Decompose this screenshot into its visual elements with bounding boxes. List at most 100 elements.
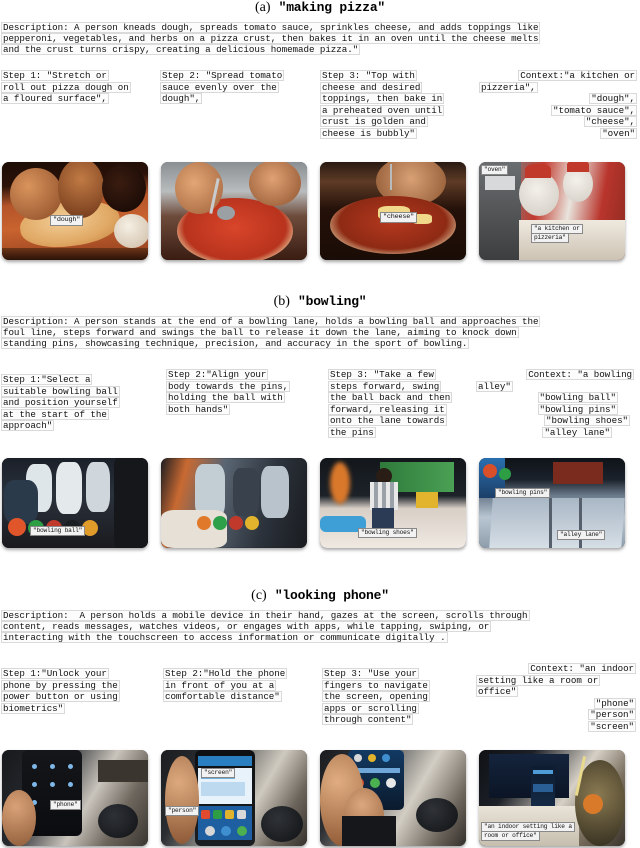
image-row-b: "bowling ball" "bowling shoes" "bowling … [0,458,640,550]
figure-image[interactable] [320,750,466,846]
figure-image[interactable]: "bowling pins" "alley lane" [479,458,625,548]
step-line: suitable bowling ball [1,385,120,397]
context-line: "tomato sauce", [551,104,637,116]
description-line: and the crust turns crispy, creating a d… [1,44,361,55]
steps-b: Step 1:"Select a suitable bowling ball a… [0,369,640,450]
description-line: Description: A person stands at the end … [1,316,541,327]
step-line: Step 3: "Take a few [328,369,436,380]
image-caption: "bowling ball" [30,526,86,536]
section-title-a: (a) "making pizza" [0,0,640,17]
figure-image[interactable]: "bowling shoes" [320,458,466,548]
step-line: a floured surface", [1,93,109,104]
description-line: standing pins, showcasing technique, pre… [1,338,470,349]
step-line: cheese is bubbly" [320,127,417,139]
steps-c: Step 1:"Unlock your phone by pressing th… [0,663,640,744]
step-line: forward, releasing it [328,403,447,415]
step-line: toppings, then bake in [320,93,445,104]
image-caption: "screen" [201,768,236,778]
figure-page: (a) "making pizza" Description: A person… [0,0,640,848]
figure-image[interactable]: "an indoor setting like a room or office… [479,750,625,846]
context-line: "dough", [589,93,637,104]
step-line: Step 1: "Stretch or [1,70,109,81]
step-column-3: Step 3: "Use your fingers to navigate th… [322,668,477,726]
step-line: roll out pizza dough on [1,81,131,93]
step-column-1: Step 1: "Stretch or roll out pizza dough… [1,70,156,105]
step-line: sauce evenly over the [160,81,279,93]
figure-image[interactable]: "phone" [2,750,148,846]
image-caption: "phone" [50,800,81,810]
context-line: pizzeria", [479,81,538,93]
context-line: "alley lane" [542,426,612,438]
step-line: Step 3: "Use your [322,668,419,679]
step-line: crust is golden and [320,116,428,127]
step-line: Step 2: "Spread tomato [160,70,285,81]
context-column: Context: "a bowling alley" "bowling ball… [476,369,634,438]
step-line: onto the lane towards [328,415,447,426]
step-line: at the start of the [1,408,109,420]
figure-image[interactable]: "oven" "a kitchen or pizzeria" [479,162,625,260]
figure-image[interactable]: "screen" "person" [161,750,307,846]
step-line: comfortable distance" [163,691,282,702]
context-line: "bowling shoes" [544,415,630,426]
context-line: setting like a room or [476,674,601,686]
step-column-2: Step 2:"Hold the phone in front of you a… [163,668,318,703]
description-line: interacting with the touchscreen to acce… [1,632,448,643]
step-line: through content" [322,714,414,725]
image-caption: room or office" [481,831,540,841]
step-line: the screen, opening [322,691,430,702]
step-line: cheese and desired [320,81,423,93]
image-row-c: "phone" "screen" "person" "an indoor set… [0,750,640,848]
section-title-c: (c) "looking phone" [0,588,640,605]
context-line: "bowling pins" [537,403,618,415]
figure-image[interactable]: "cheese" [320,162,466,260]
image-row-a: "dough" "cheese" "oven" "a kitchen or pi… [0,162,640,262]
step-line: in front of you at a [163,679,277,691]
step-line: approach" [1,420,55,431]
step-line: the pins [328,426,376,438]
image-caption: "cheese" [380,212,418,223]
section-label-a: (a) [254,0,271,15]
context-line: alley" [476,380,513,392]
figure-image[interactable] [161,162,307,260]
image-caption: "alley lane" [557,530,606,540]
image-caption: pizzeria" [531,233,569,243]
step-line: dough", [160,93,203,104]
description-b: Description: A person stands at the end … [1,316,541,349]
image-caption: "bowling shoes" [358,528,417,538]
step-line: phone by pressing the [1,679,120,691]
step-line: steps forward, swing [328,380,442,392]
figure-image[interactable]: "bowling ball" [2,458,148,548]
figure-image[interactable]: "dough" [2,162,148,260]
description-a: Description: A person kneads dough, spre… [1,22,541,55]
section-making-pizza: (a) "making pizza" Description: A person… [0,0,640,260]
step-line: Step 2:"Hold the phone [163,668,288,679]
context-column: Context:"a kitchen or pizzeria", "dough"… [479,70,637,139]
section-heading-b: "bowling" [298,294,367,309]
step-line: Step 3: "Top with [320,70,417,81]
step-line: both hands" [166,403,231,415]
image-caption: "bowling pins" [495,488,551,498]
step-line: biometrics" [1,702,66,714]
section-label-b: (b) [273,294,290,309]
context-line: "phone" [593,697,636,709]
section-heading-c: "looking phone" [274,588,389,603]
context-line: Context: "a bowling [526,369,634,380]
section-heading-a: "making pizza" [278,0,386,15]
step-line: holding the ball with [166,392,285,403]
image-caption: "oven" [481,165,509,175]
figure-image[interactable] [161,458,307,548]
step-line: Step 2:"Align your [166,369,269,380]
description-line: content, reads messages, watches videos,… [1,621,492,632]
step-line: the ball back and then [328,392,453,403]
step-line: and position yourself [1,397,120,408]
context-line: "bowling ball" [537,392,618,403]
context-line: office" [476,686,519,697]
step-line: fingers to navigate [322,679,430,691]
steps-a: Step 1: "Stretch or roll out pizza dough… [0,70,640,152]
description-line: Description: A person kneads dough, spre… [1,22,541,33]
context-line: "oven" [600,127,637,139]
context-column: Context: "an indoor setting like a room … [476,663,636,732]
step-column-1: Step 1:"Unlock your phone by pressing th… [1,668,156,714]
description-c: Description: A person holds a mobile dev… [1,610,530,643]
context-line: Context:"a kitchen or [518,70,637,81]
